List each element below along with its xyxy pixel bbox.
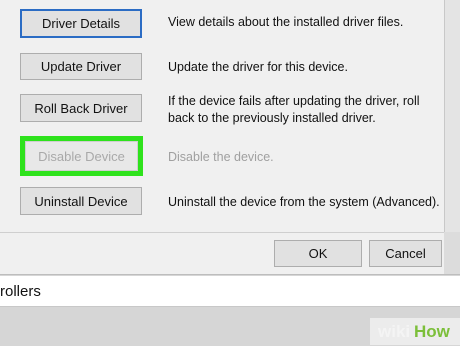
cancel-button[interactable]: Cancel bbox=[369, 240, 442, 267]
update-driver-description: Update the driver for this device. bbox=[168, 60, 348, 74]
update-driver-button[interactable]: Update Driver bbox=[20, 53, 142, 80]
driver-details-description: View details about the installed driver … bbox=[168, 15, 404, 29]
roll-back-driver-button[interactable]: Roll Back Driver bbox=[20, 94, 142, 122]
dialog-border bbox=[444, 0, 460, 232]
background-list-row[interactable] bbox=[0, 276, 460, 307]
roll-back-description-line2: back to the previously installed driver. bbox=[168, 111, 376, 125]
highlight-box bbox=[20, 136, 143, 176]
driver-details-button[interactable]: Driver Details bbox=[20, 9, 142, 38]
background-list-item[interactable]: rollers bbox=[0, 283, 41, 300]
disable-device-description: Disable the device. bbox=[168, 150, 274, 164]
roll-back-description-line1: If the device fails after updating the d… bbox=[168, 94, 420, 108]
uninstall-device-button[interactable]: Uninstall Device bbox=[20, 187, 142, 215]
uninstall-device-description: Uninstall the device from the system (Ad… bbox=[168, 195, 440, 209]
watermark-how: How bbox=[414, 322, 450, 341]
ok-button[interactable]: OK bbox=[274, 240, 362, 267]
watermark-wiki: wiki bbox=[378, 322, 411, 341]
